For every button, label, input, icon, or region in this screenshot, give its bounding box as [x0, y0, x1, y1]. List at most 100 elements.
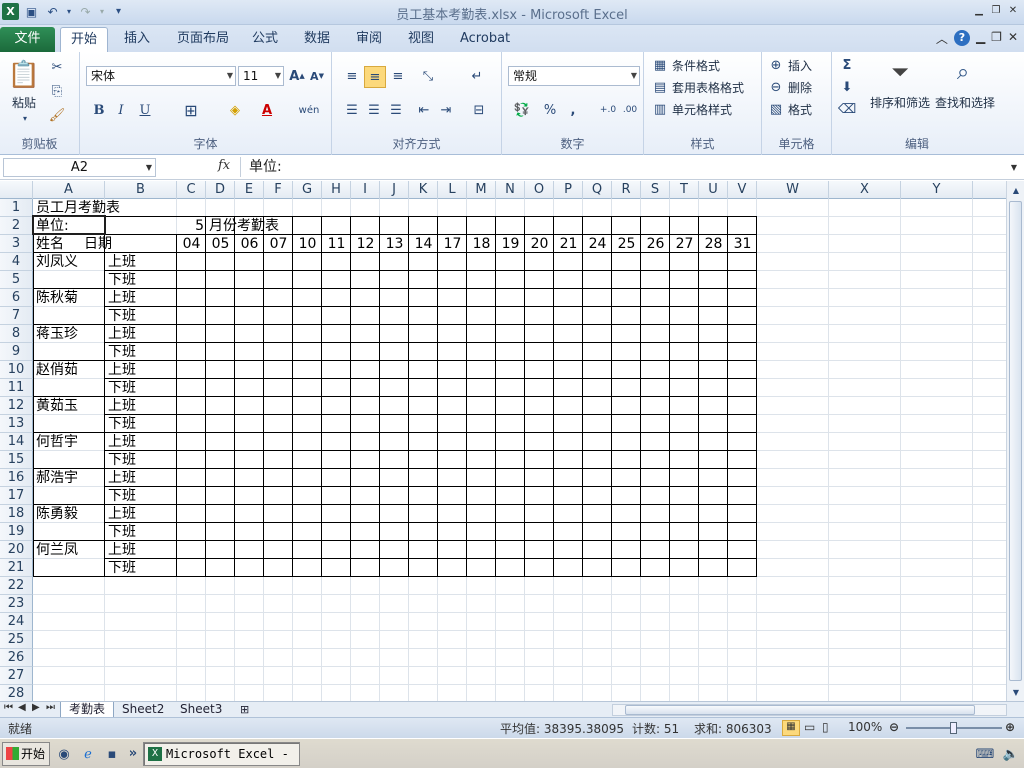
- sheet-tab-sheet3[interactable]: Sheet3: [172, 702, 230, 718]
- increase-indent-icon[interactable]: ⇥: [436, 100, 456, 120]
- align-right-icon[interactable]: ☰: [386, 100, 406, 120]
- date-header-cell[interactable]: 19: [496, 235, 525, 253]
- shift-on-cell[interactable]: 上班: [105, 253, 177, 271]
- save-icon[interactable]: ▣: [23, 3, 40, 20]
- orientation-icon[interactable]: ⤡: [416, 66, 440, 86]
- date-header-cell[interactable]: 10: [293, 235, 322, 253]
- row-header-16[interactable]: 16: [0, 469, 33, 487]
- column-header-K[interactable]: K: [409, 181, 438, 199]
- phonetic-icon[interactable]: wén: [296, 100, 322, 120]
- employee-name-cell[interactable]: 刘凤义: [33, 253, 105, 271]
- close-icon[interactable]: ✕: [1006, 3, 1020, 17]
- row-header-15[interactable]: 15: [0, 451, 33, 469]
- tab-formulas[interactable]: 公式: [242, 27, 288, 52]
- first-sheet-icon[interactable]: ⏮: [4, 702, 13, 713]
- redo-dropdown-icon[interactable]: ▾: [98, 3, 106, 20]
- tab-data[interactable]: 数据: [294, 27, 340, 52]
- date-header-cell[interactable]: 31: [728, 235, 757, 253]
- delete-cells-button[interactable]: 删除: [788, 79, 812, 96]
- italic-button[interactable]: I: [112, 100, 130, 120]
- row-header-10[interactable]: 10: [0, 361, 33, 379]
- percent-button[interactable]: %: [542, 100, 558, 120]
- shift-off-cell[interactable]: 下班: [105, 523, 177, 541]
- scroll-down-icon[interactable]: ▼: [1010, 685, 1022, 699]
- row-header-19[interactable]: 19: [0, 523, 33, 541]
- employee-name-cell[interactable]: 陈勇毅: [33, 505, 105, 523]
- row-header-8[interactable]: 8: [0, 325, 33, 343]
- shift-on-cell[interactable]: 上班: [105, 505, 177, 523]
- fill-icon[interactable]: ⬇: [838, 78, 856, 96]
- undo-dropdown-icon[interactable]: ▾: [65, 3, 73, 20]
- shift-off-cell[interactable]: 下班: [105, 379, 177, 397]
- delete-cells-icon[interactable]: ⊖: [768, 79, 784, 95]
- underline-button[interactable]: U: [136, 100, 154, 120]
- date-header-cell[interactable]: 06: [235, 235, 264, 253]
- align-bottom-icon[interactable]: ≡: [388, 66, 408, 86]
- row-header-21[interactable]: 21: [0, 559, 33, 577]
- shift-on-cell[interactable]: 上班: [105, 289, 177, 307]
- employee-name-cell[interactable]: 赵俏茹: [33, 361, 105, 379]
- column-header-Q[interactable]: Q: [583, 181, 612, 199]
- increase-decimal-icon[interactable]: +.0: [598, 100, 618, 120]
- column-header-C[interactable]: C: [177, 181, 206, 199]
- row-header-28[interactable]: 28: [0, 685, 33, 701]
- date-header-cell[interactable]: 17: [438, 235, 467, 253]
- date-header-cell[interactable]: 18: [467, 235, 496, 253]
- cell-styles-icon[interactable]: ▥: [652, 101, 668, 117]
- wrap-text-icon[interactable]: ↵: [466, 66, 488, 86]
- copy-icon[interactable]: ⎘: [48, 82, 66, 100]
- paste-dropdown-icon[interactable]: ▾: [20, 114, 30, 123]
- name-box-dropdown-icon[interactable]: ▼: [144, 160, 154, 174]
- shift-on-cell[interactable]: 上班: [105, 469, 177, 487]
- tab-insert[interactable]: 插入: [114, 27, 160, 52]
- column-header-E[interactable]: E: [235, 181, 264, 199]
- column-header-H[interactable]: H: [322, 181, 351, 199]
- column-header-U[interactable]: U: [699, 181, 728, 199]
- autosum-button[interactable]: Σ: [838, 56, 856, 74]
- customize-qat-icon[interactable]: ▾: [110, 3, 127, 20]
- format-cells-button[interactable]: 格式: [788, 101, 812, 118]
- decrease-decimal-icon[interactable]: .00: [620, 100, 640, 120]
- prev-sheet-icon[interactable]: ◀: [18, 702, 26, 713]
- shift-off-cell[interactable]: 下班: [105, 343, 177, 361]
- ribbon-collapse-icon[interactable]: ︿: [936, 30, 948, 47]
- horizontal-scrollbar[interactable]: [612, 704, 1007, 716]
- sort-filter-icon[interactable]: ⏷: [882, 56, 918, 88]
- last-sheet-icon[interactable]: ⏭: [46, 702, 55, 713]
- shift-off-cell[interactable]: 下班: [105, 271, 177, 289]
- shift-on-cell[interactable]: 上班: [105, 397, 177, 415]
- help-icon[interactable]: ?: [953, 30, 970, 46]
- tab-view[interactable]: 视图: [398, 27, 444, 52]
- font-name-select[interactable]: 宋体 ▼: [86, 66, 236, 86]
- date-header-cell[interactable]: 07: [264, 235, 293, 253]
- sheet-tab-attendance[interactable]: 考勤表: [60, 702, 115, 718]
- date-header-cell[interactable]: 20: [525, 235, 554, 253]
- row-header-12[interactable]: 12: [0, 397, 33, 415]
- shift-off-cell[interactable]: 下班: [105, 415, 177, 433]
- bold-button[interactable]: B: [90, 100, 108, 120]
- shift-off-cell[interactable]: 下班: [105, 487, 177, 505]
- format-cells-icon[interactable]: ▧: [768, 101, 784, 117]
- minimize-icon[interactable]: ▁: [972, 3, 986, 17]
- column-header-W[interactable]: W: [757, 181, 829, 199]
- column-header-P[interactable]: P: [554, 181, 583, 199]
- quicklaunch-icon-3[interactable]: ▪: [104, 746, 120, 762]
- column-header-A[interactable]: A: [33, 181, 105, 199]
- restore-icon[interactable]: ❐: [989, 3, 1003, 17]
- align-center-icon[interactable]: ☰: [364, 100, 384, 120]
- row-header-24[interactable]: 24: [0, 613, 33, 631]
- shift-on-cell[interactable]: 上班: [105, 433, 177, 451]
- row-header-26[interactable]: 26: [0, 649, 33, 667]
- column-header-F[interactable]: F: [264, 181, 293, 199]
- tab-file[interactable]: 文件: [0, 27, 55, 52]
- date-header-cell[interactable]: 11: [322, 235, 351, 253]
- align-left-icon[interactable]: ☰: [342, 100, 362, 120]
- normal-view-icon[interactable]: ▦: [782, 720, 800, 736]
- date-header-cell[interactable]: 24: [583, 235, 612, 253]
- row-header-22[interactable]: 22: [0, 577, 33, 595]
- merge-center-icon[interactable]: ⊟: [466, 100, 492, 120]
- column-header-V[interactable]: V: [728, 181, 757, 199]
- font-color-icon[interactable]: A: [256, 100, 278, 120]
- paste-button[interactable]: 粘贴: [12, 94, 36, 111]
- font-size-select[interactable]: 11 ▼: [238, 66, 284, 86]
